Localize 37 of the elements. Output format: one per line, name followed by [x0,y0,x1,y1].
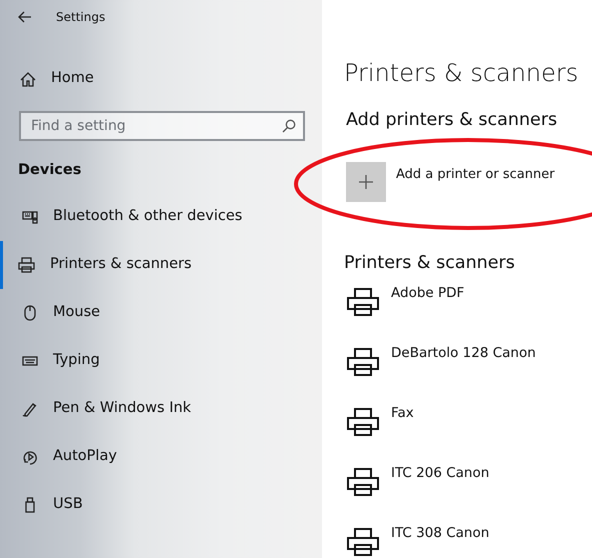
window-title: Settings [56,9,106,26]
printer-icon [18,256,35,273]
sidebar-item[interactable]: Printers & scanners [0,240,322,289]
sidebar-item[interactable]: Mouse [0,288,322,337]
sidebar-item[interactable]: Bluetooth & other devices [0,192,322,241]
section-heading: Add printers & scanners [346,109,558,132]
keyboard-speaker-icon [22,210,38,224]
printer-item[interactable]: Adobe PDF [346,282,592,342]
printer-icon [346,406,380,436]
printer-icon [346,526,380,556]
search-field[interactable]: Find a setting [19,111,305,141]
usb-drive-icon [24,496,34,513]
home-icon [20,72,36,86]
sidebar-item[interactable]: Pen & Windows Ink [0,384,322,433]
home-link[interactable]: Home [51,68,94,90]
plus-icon [358,174,374,190]
printer-item[interactable]: Fax [346,402,592,462]
printer-icon [346,346,380,376]
sidebar-item[interactable]: USB [0,480,322,529]
section-heading: Printers & scanners [344,252,516,276]
sidebar-item[interactable]: Typing [0,336,322,385]
mouse-icon [24,304,36,321]
printer-item[interactable]: DeBartolo 128 Canon [346,342,592,402]
keyboard-icon [22,356,38,366]
printer-item[interactable]: ITC 206 Canon [346,462,592,522]
sidebar-item[interactable]: AutoPlay [0,432,322,481]
page-title: Printers & scanners [344,58,580,89]
printer-icon [346,286,380,316]
add-printer-link[interactable]: Add a printer or scanner [396,165,555,185]
autoplay-icon [22,448,38,465]
printer-item[interactable]: ITC 308 Canon [346,522,592,558]
pen-icon [22,400,38,417]
back-arrow-icon [18,11,32,23]
back-button[interactable] [18,11,32,23]
section-heading: Devices [18,161,82,180]
search-icon [282,119,296,133]
printer-icon [346,466,380,496]
